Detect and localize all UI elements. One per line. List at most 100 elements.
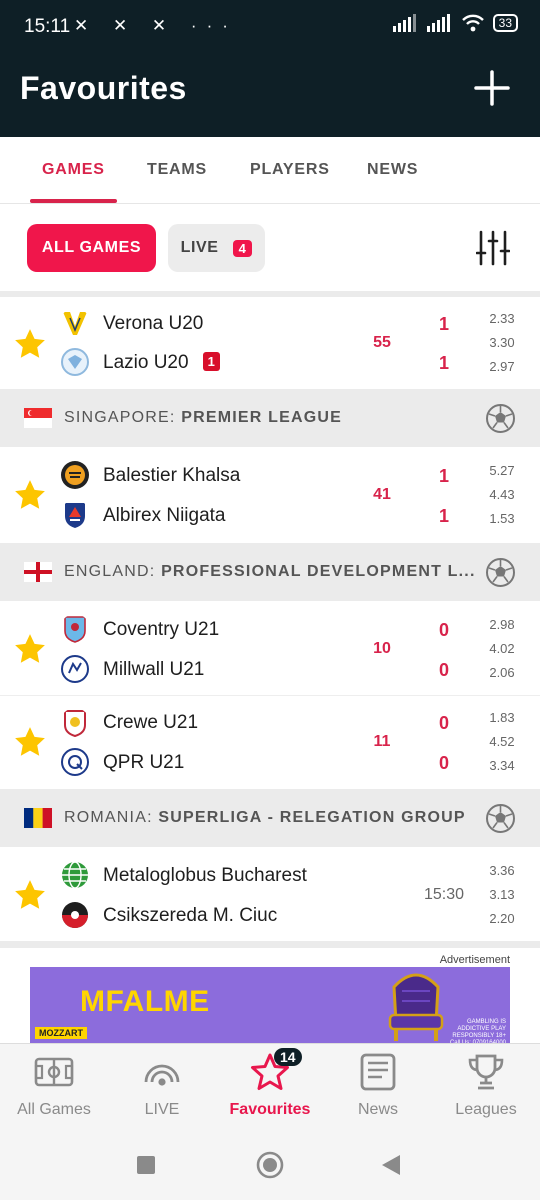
nav-label: Favourites [229, 1101, 311, 1118]
league-country: SINGAPORE: [64, 409, 176, 426]
favourite-star-icon[interactable] [13, 632, 47, 666]
live-count-badge: 4 [232, 239, 253, 257]
football-icon [486, 804, 515, 833]
match-row[interactable]: Verona U20 Lazio U20 1 55 1 1 2.33 3.30 2… [0, 297, 540, 389]
nav-news[interactable]: News [324, 1052, 432, 1119]
odd-draw[interactable]: 3.13 [482, 887, 522, 902]
league-name: ENGLAND: PROFESSIONAL DEVELOPMENT L... [64, 563, 476, 581]
match-row[interactable]: Balestier Khalsa Albirex Niigata 41 1 1 … [0, 447, 540, 541]
ad-label: Advertisement [439, 954, 510, 966]
league-country: ENGLAND: [64, 563, 156, 580]
tab-active-indicator [30, 199, 117, 203]
away-score: 1 [438, 506, 449, 526]
odd-home[interactable]: 2.33 [482, 311, 522, 326]
verona-crest-icon [63, 312, 87, 335]
romania-flag-icon [24, 808, 52, 828]
tab-games[interactable]: GAMES [42, 161, 105, 179]
recents-square-icon[interactable] [136, 1155, 156, 1175]
odd-away[interactable]: 2.06 [482, 665, 522, 680]
odd-home[interactable]: 3.36 [482, 863, 522, 878]
nav-live[interactable]: LIVE [108, 1052, 216, 1119]
live-icon [144, 1064, 180, 1086]
odd-away[interactable]: 2.20 [482, 911, 522, 926]
tab-teams[interactable]: TEAMS [147, 161, 207, 179]
away-team-name: Csikszereda M. Ciuc [103, 905, 278, 926]
throne-icon [388, 973, 444, 1041]
match-minute: 41 [373, 486, 391, 503]
away-team-name: Albirex Niigata [103, 505, 226, 526]
football-icon [486, 558, 515, 587]
nav-label: All Games [17, 1101, 91, 1118]
favourite-star-icon[interactable] [13, 327, 47, 361]
nav-favourites[interactable]: 14 Favourites [216, 1048, 324, 1119]
odd-away[interactable]: 1.53 [482, 511, 522, 526]
millwall-crest-icon [61, 655, 89, 683]
odd-home[interactable]: 2.98 [482, 617, 522, 632]
status-time: 15:11 [24, 16, 71, 37]
filter-bar: ALL GAMES LIVE 4 [0, 205, 540, 291]
league-header[interactable]: SINGAPORE: PREMIER LEAGUE [0, 389, 540, 447]
qpr-crest-icon [61, 748, 89, 776]
odd-draw[interactable]: 4.02 [482, 641, 522, 656]
league-title: SUPERLIGA - RELEGATION GROUP [158, 809, 466, 826]
away-score: 1 [438, 353, 449, 373]
home-circle-icon[interactable] [256, 1151, 284, 1179]
league-header[interactable]: ROMANIA: SUPERLIGA - RELEGATION GROUP [0, 789, 540, 847]
signal-icon-2 [426, 14, 450, 32]
status-right: 33 [392, 14, 518, 32]
match-minute: 10 [373, 640, 391, 657]
coventry-crest-icon [64, 616, 86, 643]
nav-leagues[interactable]: Leagues [432, 1052, 540, 1119]
nav-label: LIVE [144, 1101, 180, 1118]
odd-away[interactable]: 2.97 [482, 359, 522, 374]
home-score: 1 [438, 314, 449, 334]
live-filter-button[interactable]: LIVE 4 [168, 224, 265, 272]
singapore-flag-icon [24, 408, 52, 428]
signal-icon [392, 14, 416, 32]
favourite-star-icon[interactable] [13, 478, 47, 512]
wifi-icon [461, 14, 484, 32]
away-team-label: Lazio U20 [103, 352, 189, 373]
favourite-star-icon[interactable] [13, 878, 47, 912]
league-country: ROMANIA: [64, 809, 153, 826]
odd-away[interactable]: 3.34 [482, 758, 522, 773]
filter-settings-icon[interactable] [476, 229, 510, 267]
ad-title: MFALME [80, 985, 210, 1018]
match-row[interactable]: Coventry U21 Millwall U21 10 0 0 2.98 4.… [0, 601, 540, 695]
odd-draw[interactable]: 3.30 [482, 335, 522, 350]
league-header[interactable]: ENGLAND: PROFESSIONAL DEVELOPMENT L... [0, 543, 540, 601]
notification-icons: ✕ ✕ ✕ ··· [74, 16, 238, 35]
favourite-star-icon[interactable] [13, 725, 47, 759]
odd-draw[interactable]: 4.43 [482, 487, 522, 502]
tab-news[interactable]: NEWS [367, 161, 418, 179]
home-team-name: Crewe U21 [103, 712, 199, 733]
home-score: 1 [438, 466, 449, 486]
add-icon[interactable] [472, 68, 512, 108]
league-title: PROFESSIONAL DEVELOPMENT L... [161, 563, 476, 580]
tab-players[interactable]: PLAYERS [250, 161, 330, 179]
odd-home[interactable]: 5.27 [482, 463, 522, 478]
news-icon [360, 1053, 396, 1091]
lazio-crest-icon [61, 348, 89, 376]
back-triangle-icon[interactable] [380, 1153, 402, 1177]
league-name: ROMANIA: SUPERLIGA - RELEGATION GROUP [64, 809, 476, 827]
battery-icon: 33 [492, 14, 518, 32]
ad-banner[interactable]: MFALME MOZZART GAMBLING IS ADDICTIVE PLA… [30, 967, 510, 1043]
ad-brand-logo: MOZZART [35, 1027, 87, 1039]
home-team-name: Verona U20 [103, 313, 204, 334]
nav-all-games[interactable]: All Games [0, 1052, 108, 1119]
odd-draw[interactable]: 4.52 [482, 734, 522, 749]
tab-bar: GAMES TEAMS PLAYERS NEWS [0, 137, 540, 204]
trophy-icon [468, 1054, 504, 1090]
match-row[interactable]: Crewe U21 QPR U21 11 0 0 1.83 4.52 3.34 [0, 696, 540, 788]
bottom-navigation: All Games LIVE 14 Favourites News League… [0, 1043, 540, 1131]
app-header: Favourites [0, 52, 540, 137]
page-title: Favourites [20, 70, 187, 106]
league-title: PREMIER LEAGUE [181, 409, 343, 426]
metaloglobus-crest-icon [62, 861, 88, 889]
balestier-crest-icon [61, 461, 89, 489]
match-row[interactable]: Metaloglobus Bucharest Csikszereda M. Ci… [0, 847, 540, 941]
all-games-filter-button[interactable]: ALL GAMES [27, 224, 156, 272]
odd-home[interactable]: 1.83 [482, 710, 522, 725]
league-name: SINGAPORE: PREMIER LEAGUE [64, 409, 476, 427]
